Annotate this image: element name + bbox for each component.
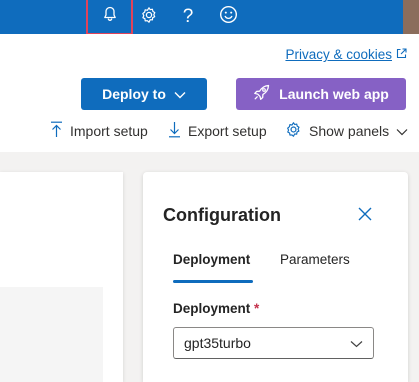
gear-icon xyxy=(140,6,158,29)
notifications-button[interactable] xyxy=(86,0,133,35)
deploy-to-label: Deploy to xyxy=(102,86,166,102)
chat-input-area[interactable] xyxy=(0,287,103,382)
show-panels-label: Show panels xyxy=(309,123,390,139)
settings-button[interactable] xyxy=(131,0,167,34)
deployment-select-value: gpt35turbo xyxy=(184,335,251,351)
chevron-down-icon xyxy=(396,123,408,139)
privacy-link-label: Privacy & cookies xyxy=(285,47,392,62)
tab-deployment[interactable]: Deployment xyxy=(173,252,250,267)
deploy-to-button[interactable]: Deploy to xyxy=(81,78,207,110)
bell-icon xyxy=(102,6,118,27)
required-mark: * xyxy=(254,301,260,316)
download-icon xyxy=(168,121,181,141)
close-icon xyxy=(358,207,372,226)
import-setup-button[interactable]: Import setup xyxy=(50,121,148,141)
privacy-link[interactable]: Privacy & cookies xyxy=(285,47,407,62)
top-bar: ? xyxy=(0,0,419,35)
active-tab-indicator xyxy=(173,280,253,283)
export-setup-button[interactable]: Export setup xyxy=(168,121,267,141)
upload-icon xyxy=(50,121,63,141)
smiley-icon xyxy=(219,5,238,29)
export-setup-label: Export setup xyxy=(188,123,267,139)
help-button[interactable]: ? xyxy=(170,0,206,34)
feedback-button[interactable] xyxy=(210,0,246,34)
external-link-icon xyxy=(396,47,407,62)
rocket-icon xyxy=(253,84,270,104)
show-panels-button[interactable]: Show panels xyxy=(285,121,408,141)
launch-web-app-label: Launch web app xyxy=(279,86,389,102)
close-button[interactable] xyxy=(355,206,375,226)
deployment-select[interactable]: gpt35turbo xyxy=(173,327,374,359)
avatar[interactable] xyxy=(403,0,419,34)
chevron-down-icon xyxy=(174,86,186,102)
configuration-title: Configuration xyxy=(163,205,281,225)
configuration-panel: Configuration Deployment Parameters Depl… xyxy=(143,172,408,382)
deployment-label-text: Deployment xyxy=(173,301,251,316)
launch-web-app-button[interactable]: Launch web app xyxy=(236,78,406,110)
gear-icon xyxy=(285,121,302,141)
tab-parameters[interactable]: Parameters xyxy=(280,252,350,267)
help-icon: ? xyxy=(182,6,194,27)
import-setup-label: Import setup xyxy=(70,123,148,139)
deployment-field-label: Deployment * xyxy=(173,301,259,316)
chevron-down-icon xyxy=(350,335,363,351)
chat-panel xyxy=(0,172,123,382)
